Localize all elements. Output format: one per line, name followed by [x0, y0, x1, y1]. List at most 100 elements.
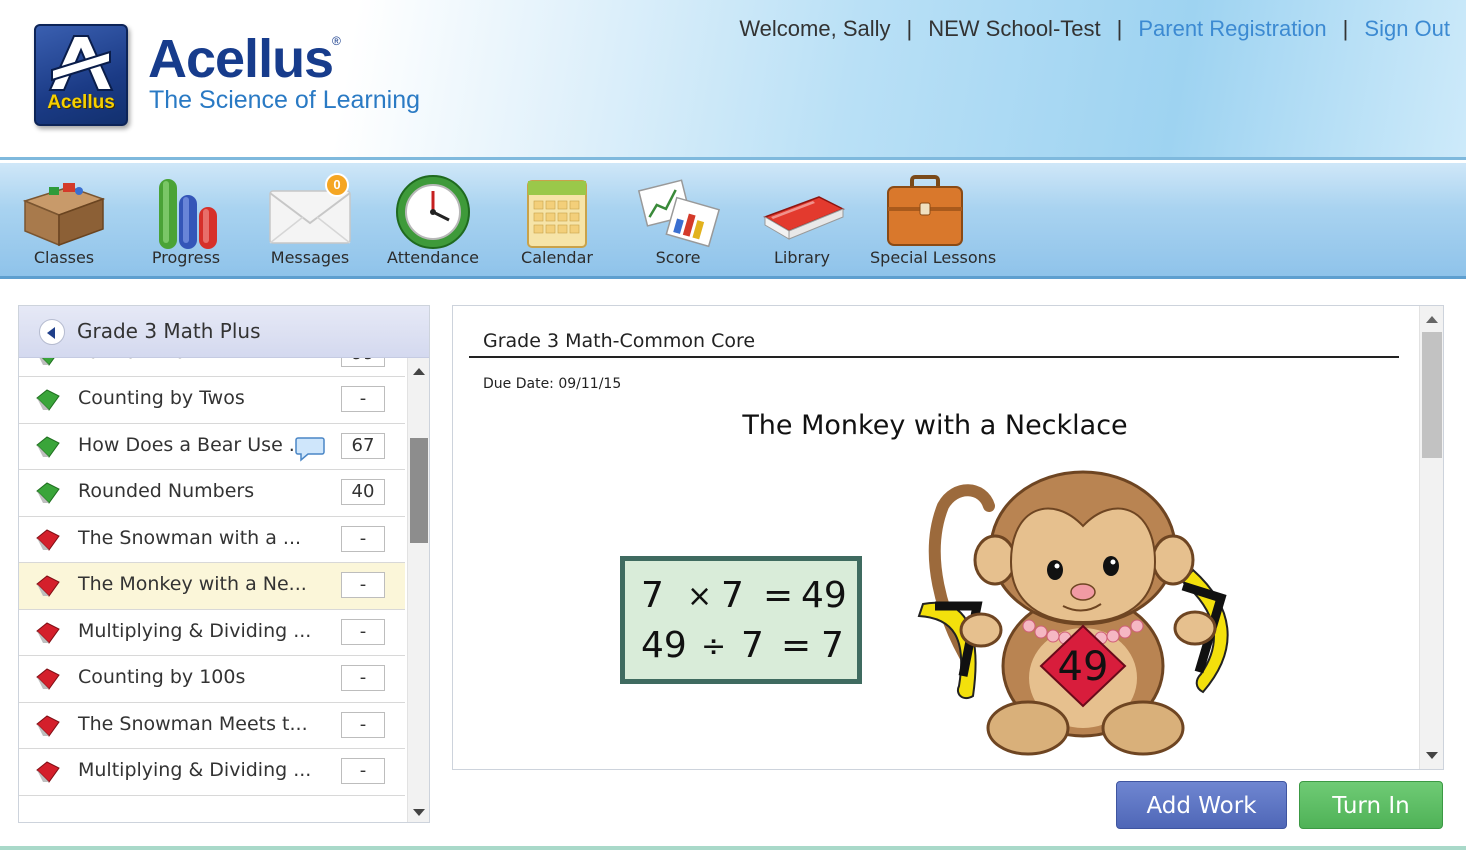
- toolbar-label: Classes: [33, 248, 95, 267]
- turn-in-button[interactable]: Turn In: [1299, 781, 1443, 829]
- scroll-down-arrow-icon[interactable]: [1426, 752, 1438, 759]
- footer-rule: [0, 846, 1466, 850]
- add-work-button[interactable]: Add Work: [1116, 781, 1287, 829]
- green-gem-icon: [36, 482, 60, 504]
- lesson-list: Fun for Two 99 Counting by Twos - How Do…: [19, 341, 405, 796]
- lesson-name: Rounded Numbers: [78, 480, 255, 502]
- course-title: Grade 3 Math-Common Core: [483, 330, 756, 352]
- lesson-row[interactable]: Counting by Twos -: [19, 377, 405, 424]
- lesson-row[interactable]: The Snowman Meets t... -: [19, 702, 405, 749]
- toolbar-library[interactable]: Library: [747, 171, 857, 271]
- equation-operand: 7: [721, 575, 744, 616]
- equation-result: 49: [801, 575, 847, 616]
- red-gem-icon: [36, 621, 60, 644]
- equation-operator: ×: [687, 579, 713, 614]
- lesson-name: The Snowman with a ...: [78, 526, 302, 549]
- scroll-thumb[interactable]: [1422, 332, 1442, 458]
- lesson-row[interactable]: Multiplying & Dividing ... -: [19, 749, 405, 796]
- briefcase-icon: [887, 175, 963, 246]
- link-separator: |: [906, 16, 913, 41]
- lesson-row[interactable]: Multiplying & Dividing ... -: [19, 609, 405, 656]
- lesson-name: Counting by 100s: [78, 666, 246, 688]
- lesson-name: Counting by Twos: [78, 387, 245, 409]
- page-header: Acellus Acellus ® The Science of Learnin…: [0, 0, 1466, 160]
- equation-equals: =: [781, 625, 812, 666]
- lesson-row-selected[interactable]: The Monkey with a Ne... -: [19, 563, 405, 610]
- sign-out-link[interactable]: Sign Out: [1364, 16, 1450, 42]
- toolbar-label: Library: [774, 248, 830, 267]
- equation-equals: =: [763, 575, 794, 616]
- acellus-logo: Acellus: [34, 24, 128, 126]
- logo-badge-text: Acellus: [47, 92, 115, 113]
- red-gem-icon: [36, 575, 60, 597]
- lesson-score: -: [341, 618, 385, 645]
- scroll-up-arrow-icon[interactable]: [1426, 316, 1438, 323]
- lesson-content-panel: Grade 3 Math-Common Core Due Date: 09/11…: [452, 305, 1444, 770]
- toolbar-label: Progress: [151, 248, 221, 267]
- toolbar-label: Score: [655, 248, 701, 267]
- equation-card: 7 × 7 = 49 49 ÷ 7 = 7: [620, 556, 862, 684]
- lesson-score: -: [341, 711, 385, 738]
- lesson-title: The Monkey with a Necklace: [742, 410, 1128, 441]
- link-separator: |: [1342, 16, 1349, 41]
- desk-icon: [22, 183, 106, 247]
- equation-operand: 7: [641, 575, 664, 616]
- class-title: Grade 3 Math Plus: [77, 319, 261, 343]
- title-divider: [469, 356, 1399, 358]
- lesson-score: -: [341, 386, 385, 412]
- monkey-illustration: 49: [917, 470, 1229, 756]
- lesson-name: The Monkey with a Ne...: [78, 573, 307, 595]
- toolbar-label: Calendar: [521, 248, 593, 267]
- school-name: NEW School-Test: [928, 16, 1101, 41]
- toolbar-label: Messages: [270, 248, 350, 267]
- logo-a-icon: [48, 35, 114, 91]
- green-gem-icon: [36, 435, 60, 458]
- lesson-name: The Snowman Meets t...: [78, 712, 308, 735]
- lesson-score: -: [341, 665, 385, 691]
- link-separator: |: [1116, 16, 1123, 41]
- lesson-score: 40: [341, 479, 385, 505]
- equation-result: 7: [821, 625, 844, 666]
- red-gem-icon: [36, 714, 60, 737]
- content-scrollbar[interactable]: [1419, 306, 1443, 769]
- necklace-number: 49: [1058, 644, 1109, 690]
- toolbar-score[interactable]: Score: [623, 171, 733, 271]
- lesson-score: 67: [341, 432, 385, 459]
- equation-line: 49 ÷ 7 = 7: [625, 625, 857, 675]
- lesson-row[interactable]: The Snowman with a ... -: [19, 516, 405, 563]
- toolbar-messages[interactable]: 0 Messages: [255, 171, 365, 271]
- top-links: Welcome, Sally | NEW School-Test | Paren…: [739, 16, 1450, 42]
- lesson-list-scrollbar[interactable]: [407, 358, 429, 822]
- scroll-down-arrow-icon[interactable]: [413, 809, 425, 816]
- back-arrow-button[interactable]: [39, 319, 65, 345]
- welcome-text: Welcome, Sally: [739, 16, 891, 41]
- toolbar-classes[interactable]: Classes: [9, 171, 119, 271]
- brand-name: Acellus: [148, 29, 334, 89]
- lesson-row[interactable]: Counting by 100s -: [19, 656, 405, 703]
- lesson-list-panel: Fun for Two 99 Counting by Twos - How Do…: [18, 305, 430, 823]
- lesson-score: -: [341, 525, 385, 552]
- toolbar-special-lessons[interactable]: Special Lessons: [870, 171, 997, 271]
- lesson-row[interactable]: Rounded Numbers 40: [19, 470, 405, 517]
- scroll-up-arrow-icon[interactable]: [413, 368, 425, 375]
- scroll-thumb[interactable]: [410, 438, 428, 543]
- toolbar-attendance[interactable]: Attendance: [378, 171, 488, 271]
- equation-operand: 7: [741, 625, 764, 666]
- calendar-icon: [527, 180, 587, 248]
- toolbar-label: Special Lessons: [870, 248, 997, 267]
- lesson-name: Multiplying & Dividing ...: [78, 619, 312, 642]
- lesson-list-header: Grade 3 Math Plus: [19, 306, 429, 358]
- message-bubble-icon[interactable]: [295, 434, 325, 462]
- clock-icon: [396, 175, 470, 249]
- parent-registration-link[interactable]: Parent Registration: [1138, 16, 1326, 42]
- toolbar-progress[interactable]: Progress: [131, 171, 241, 271]
- messages-count-badge: 0: [325, 173, 349, 197]
- equation-operand: 49: [641, 625, 687, 666]
- equation-line: 7 × 7 = 49: [625, 575, 857, 625]
- lesson-row[interactable]: How Does a Bear Use ... 67: [19, 423, 405, 470]
- lesson-name: Multiplying & Dividing ...: [78, 759, 312, 781]
- green-gem-icon: [36, 389, 60, 411]
- toolbar-calendar[interactable]: Calendar: [502, 171, 612, 271]
- lesson-score: -: [341, 758, 385, 784]
- toolbar-label: Attendance: [387, 248, 479, 267]
